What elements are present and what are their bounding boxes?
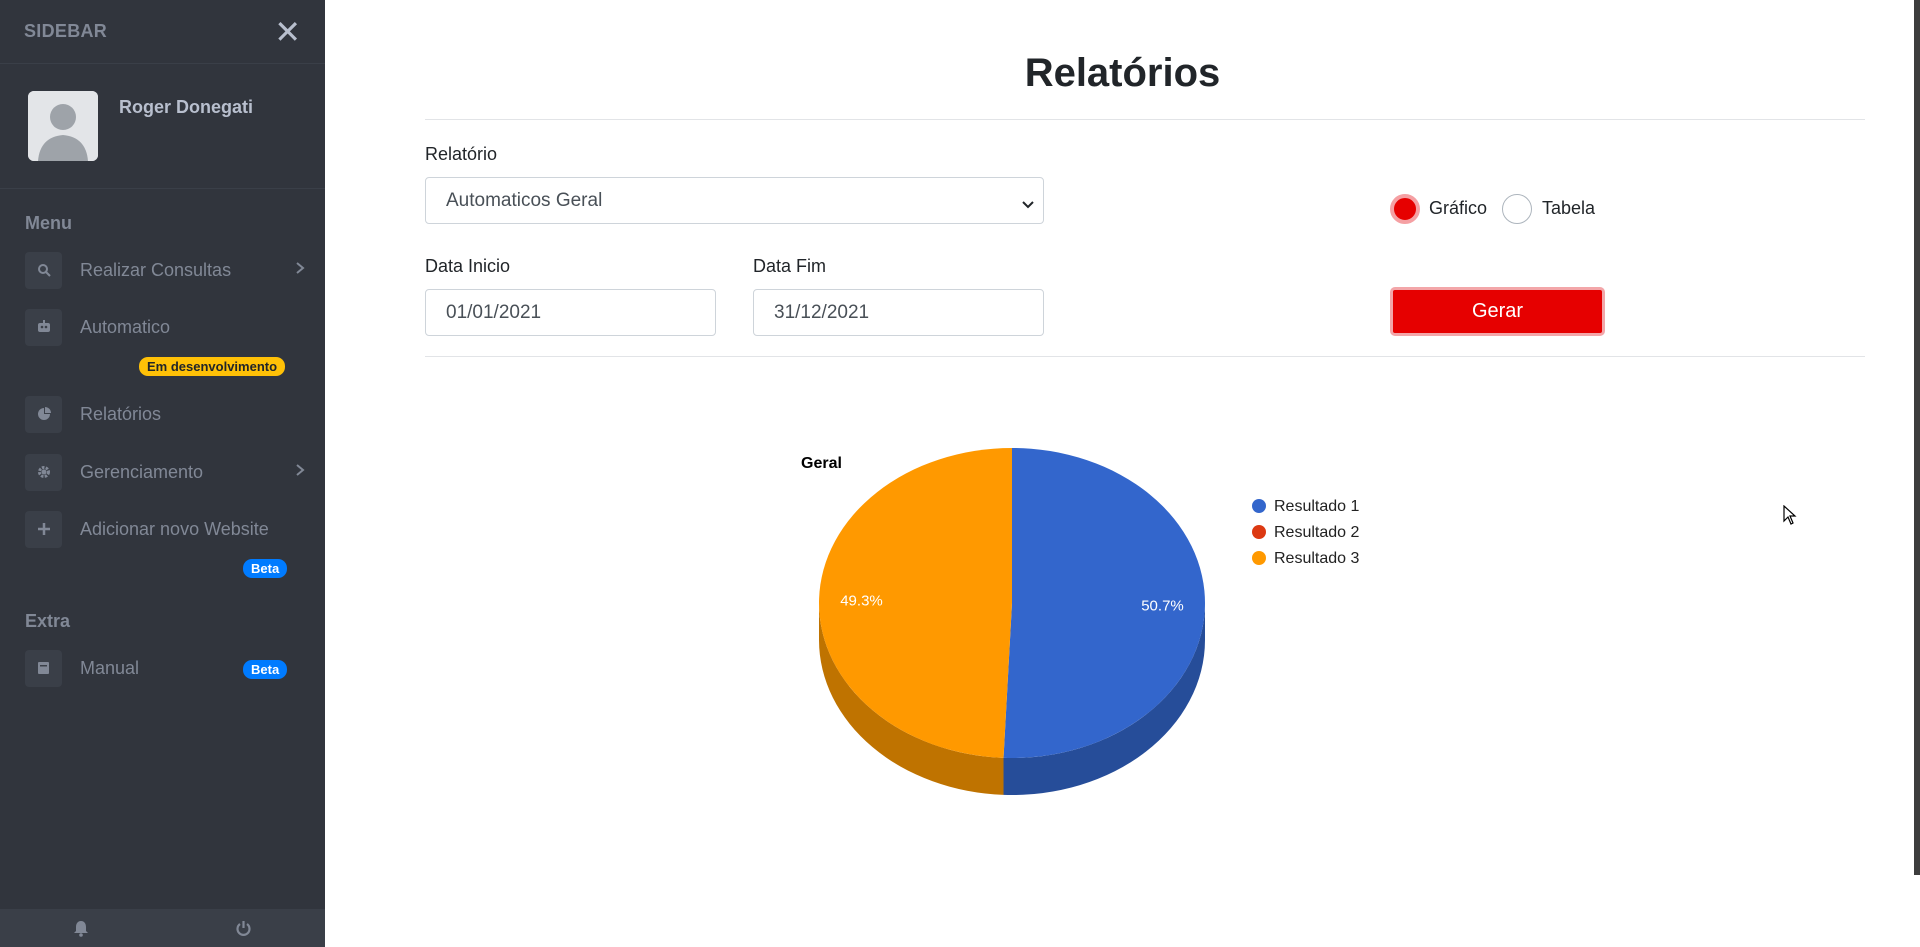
bell-icon[interactable]	[0, 909, 163, 947]
sidebar-item-relatorios[interactable]: Relatórios	[0, 394, 325, 434]
chevron-right-icon	[295, 463, 305, 482]
divider	[425, 119, 1865, 120]
legend-marker-2	[1252, 525, 1266, 539]
relatorio-selected-value: Automaticos Geral	[446, 189, 603, 211]
relatorio-select[interactable]: Automaticos Geral	[425, 177, 1044, 224]
legend-marker-3	[1252, 551, 1266, 565]
robot-icon	[25, 308, 62, 346]
divider	[425, 356, 1865, 357]
chart-pie-icon	[25, 395, 62, 433]
data-inicio-input[interactable]: 01/01/2021	[425, 289, 716, 336]
beta-badge: Beta	[243, 660, 288, 679]
power-icon[interactable]	[163, 909, 326, 947]
radio-tabela-label[interactable]: Tabela	[1542, 198, 1595, 219]
user-name: Roger Donegati	[119, 97, 254, 117]
sidebar-item-label: Manual	[80, 657, 140, 678]
gear-icon	[25, 453, 62, 491]
section-extra: Extra	[25, 611, 71, 631]
data-fim-label: Data Fim	[753, 256, 827, 276]
status-badge: Em desenvolvimento	[139, 357, 286, 376]
radio-grafico-label[interactable]: Gráfico	[1429, 198, 1487, 219]
sidebar-item-adicionar-website[interactable]: Adicionar novo Website	[0, 509, 325, 549]
scrollbar[interactable]	[1914, 0, 1920, 875]
sidebar-item-automatico[interactable]: Automatico	[0, 307, 325, 347]
legend-item-1[interactable]: Resultado 1	[1274, 498, 1359, 515]
search-icon	[25, 251, 62, 289]
radio-tabela[interactable]	[1502, 194, 1532, 224]
sidebar-item-label: Automatico	[80, 316, 171, 337]
main-content: Relatórios Relatório Automaticos Geral D…	[325, 0, 1920, 947]
book-icon	[25, 649, 62, 687]
section-menu: Menu	[25, 213, 72, 233]
radio-grafico[interactable]	[1390, 194, 1420, 224]
legend-item-2[interactable]: Resultado 2	[1274, 524, 1359, 541]
sidebar-title: SIDEBAR	[24, 21, 108, 41]
plus-icon	[25, 510, 62, 548]
sidebar: SIDEBAR ✕ Roger Donegati Menu Realizar C…	[0, 0, 325, 947]
chevron-down-icon	[1021, 195, 1035, 217]
sidebar-item-label: Realizar Consultas	[80, 259, 232, 280]
data-inicio-label: Data Inicio	[425, 256, 511, 276]
sidebar-footer	[0, 909, 325, 947]
avatar	[28, 91, 98, 161]
sidebar-item-realizar-consultas[interactable]: Realizar Consultas	[0, 250, 325, 290]
legend-marker-1	[1252, 499, 1266, 513]
sidebar-header: SIDEBAR ✕	[0, 0, 325, 64]
sidebar-item-label: Adicionar novo Website	[80, 518, 269, 539]
user-panel: Roger Donegati	[0, 64, 325, 189]
chevron-right-icon	[295, 261, 305, 280]
relatorio-label: Relatório	[425, 144, 498, 164]
gerar-button[interactable]: Gerar	[1390, 287, 1605, 336]
sidebar-item-label: Relatórios	[80, 403, 162, 424]
legend-item-3[interactable]: Resultado 3	[1274, 550, 1359, 567]
sidebar-item-gerenciamento[interactable]: Gerenciamento	[0, 452, 325, 492]
data-fim-input[interactable]: 31/12/2021	[753, 289, 1044, 336]
sidebar-item-label: Gerenciamento	[80, 461, 204, 482]
beta-badge: Beta	[243, 559, 288, 578]
close-icon[interactable]: ✕	[274, 16, 301, 48]
mouse-cursor-icon	[1783, 504, 1797, 530]
pie-data-label-1: 50.7%	[1141, 598, 1184, 615]
page-title: Relatórios	[1024, 51, 1221, 95]
pie-data-label-3: 49.3%	[840, 592, 883, 609]
chart-title: Geral	[801, 455, 842, 472]
pie-chart: Geral 50.7% 49.3% Resultado 1 Resultado 2 R…	[801, 448, 1359, 795]
